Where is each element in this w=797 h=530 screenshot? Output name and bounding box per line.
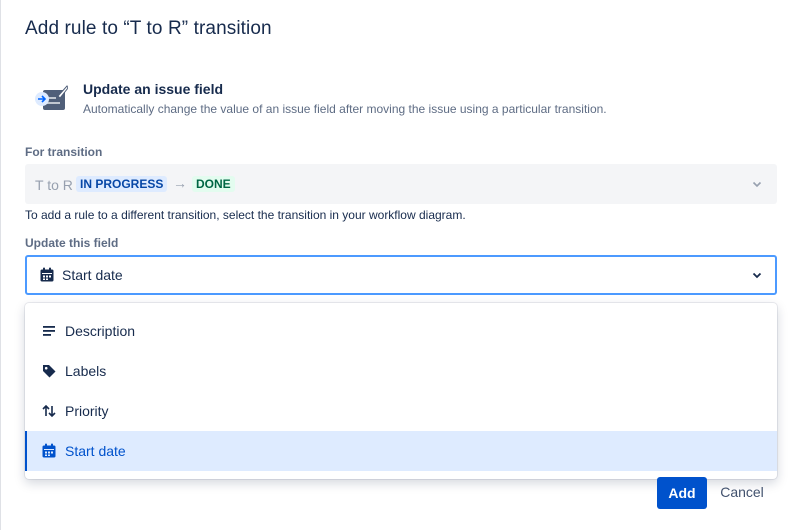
dialog-title: Add rule to “T to R” transition: [25, 18, 272, 39]
option-start-date[interactable]: Start date: [25, 431, 777, 471]
priority-arrows-icon: [42, 404, 56, 418]
dialog-left-edge: [0, 0, 1, 530]
add-button[interactable]: Add: [657, 477, 707, 509]
calendar-icon: [42, 443, 56, 458]
chevron-down-icon[interactable]: [749, 267, 765, 283]
field-select-value: Start date: [62, 267, 123, 283]
arrow-right-icon: →: [173, 175, 187, 191]
option-label: Description: [65, 323, 136, 339]
option-label: Start date: [65, 443, 126, 459]
field-select[interactable]: Start date: [25, 255, 777, 295]
text-lines-icon: [43, 326, 55, 336]
rule-title: Update an issue field: [83, 81, 224, 97]
calendar-icon: [40, 267, 54, 282]
field-label: Update this field: [25, 236, 119, 250]
option-label: Priority: [65, 403, 109, 419]
transition-hint: To add a rule to a different transition,…: [25, 208, 466, 222]
option-labels[interactable]: Labels: [25, 351, 777, 391]
chevron-down-icon: [752, 181, 762, 188]
field-options-menu: Description Labels Priority Start date: [25, 303, 777, 479]
rule-description: Automatically change the value of an iss…: [83, 102, 607, 116]
option-label: Labels: [65, 363, 107, 379]
option-priority[interactable]: Priority: [25, 391, 777, 431]
tag-icon: [43, 365, 56, 378]
rule-summary: Update an issue field Automatically chan…: [34, 80, 774, 120]
option-description[interactable]: Description: [25, 311, 777, 351]
transition-name: T to R: [35, 177, 73, 193]
to-status-lozenge: DONE: [192, 176, 235, 192]
transition-select: T to R IN PROGRESS → DONE: [25, 164, 777, 204]
update-field-icon: [35, 85, 68, 110]
cancel-button[interactable]: Cancel: [712, 477, 772, 507]
from-status-lozenge: IN PROGRESS: [76, 176, 168, 192]
transition-label: For transition: [25, 145, 103, 159]
